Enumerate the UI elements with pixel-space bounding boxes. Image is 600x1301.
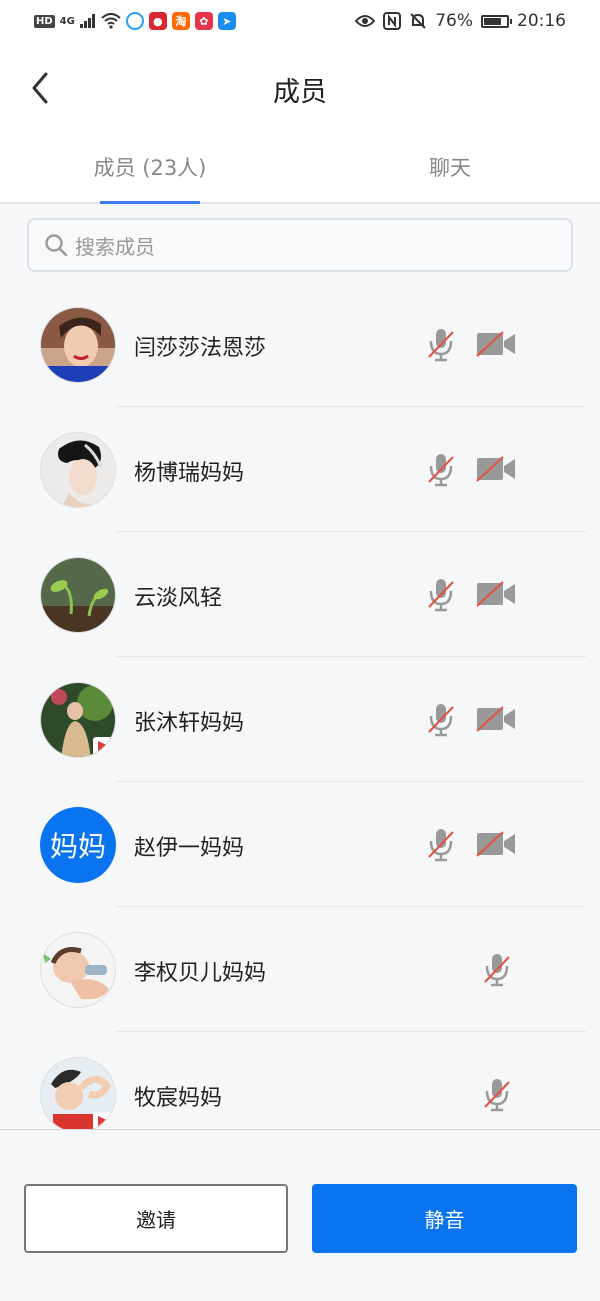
battery-percent: 76% [435,11,473,31]
avatar [40,1057,116,1129]
battery-icon [481,14,512,28]
status-bar: HD 4G ● 淘 ✿ ➤ 76% 20:16 [0,0,600,42]
member-list[interactable]: 闫莎莎法恩莎 杨博瑞妈妈 云淡风轻 张沐轩妈妈 妈妈 赵伊一妈妈 李权贝儿妈妈 … [0,282,600,1129]
member-row[interactable]: 张沐轩妈妈 [0,657,600,782]
member-row[interactable]: 杨博瑞妈妈 [0,407,600,532]
member-name: 闫莎莎法恩莎 [134,336,267,361]
active-tab-indicator [100,201,200,204]
mic-muted-icon[interactable] [426,451,456,487]
mic-muted-icon[interactable] [482,951,512,987]
mic-muted-icon[interactable] [426,701,456,737]
clock: 20:16 [517,11,566,31]
member-name: 赵伊一妈妈 [134,836,245,861]
wifi-icon [101,13,121,29]
avatar [40,682,116,758]
location-app-icon: ➤ [217,12,236,30]
avatar [40,932,116,1008]
tab-members[interactable]: 成员 (23人) [60,152,240,182]
bell-off-icon [410,13,426,29]
page-title: 成员 [273,77,327,108]
member-name: 张沐轩妈妈 [134,711,245,736]
camera-off-icon[interactable] [475,705,517,733]
tab-chat[interactable]: 聊天 [360,152,540,182]
member-row[interactable]: 牧宸妈妈 [0,1032,600,1129]
member-name: 牧宸妈妈 [134,1086,223,1111]
avatar [40,432,116,508]
camera-off-icon[interactable] [475,830,517,858]
member-row[interactable]: 李权贝儿妈妈 [0,907,600,1032]
camera-off-icon[interactable] [475,330,517,358]
member-row[interactable]: 闫莎莎法恩莎 [0,282,600,407]
avatar [40,307,116,383]
avatar [40,557,116,633]
eye-icon [355,15,376,27]
invite-button[interactable]: 邀请 [24,1184,288,1253]
avatar: 妈妈 [40,807,116,883]
hd-indicator: HD [34,14,55,28]
search-input[interactable]: 搜索成员 [27,218,573,272]
camera-off-icon[interactable] [475,580,517,608]
taobao-app-icon: 淘 [171,12,190,30]
member-name: 李权贝儿妈妈 [134,961,267,986]
mic-muted-icon[interactable] [426,326,456,362]
mic-muted-icon[interactable] [482,1076,512,1112]
tab-bar: 成员 (23人) 聊天 [0,138,600,204]
browser-app-icon [125,12,144,30]
member-name: 杨博瑞妈妈 [134,461,245,486]
mic-muted-icon[interactable] [426,826,456,862]
member-row[interactable]: 云淡风轻 [0,532,600,657]
footer-bar: 邀请 静音 [0,1129,600,1301]
huawei-app-icon: ✿ [194,12,213,30]
nfc-icon [383,12,402,30]
search-icon [45,234,68,257]
network-type: 4G [59,15,75,27]
member-row[interactable]: 妈妈 赵伊一妈妈 [0,782,600,907]
camera-off-icon[interactable] [475,455,517,483]
header: 成员 [0,42,600,138]
search-placeholder: 搜索成员 [75,234,155,259]
mic-app-icon: ● [148,12,167,30]
member-name: 云淡风轻 [134,586,223,611]
signal-icon [79,14,95,28]
mute-all-button[interactable]: 静音 [312,1184,577,1253]
mic-muted-icon[interactable] [426,576,456,612]
